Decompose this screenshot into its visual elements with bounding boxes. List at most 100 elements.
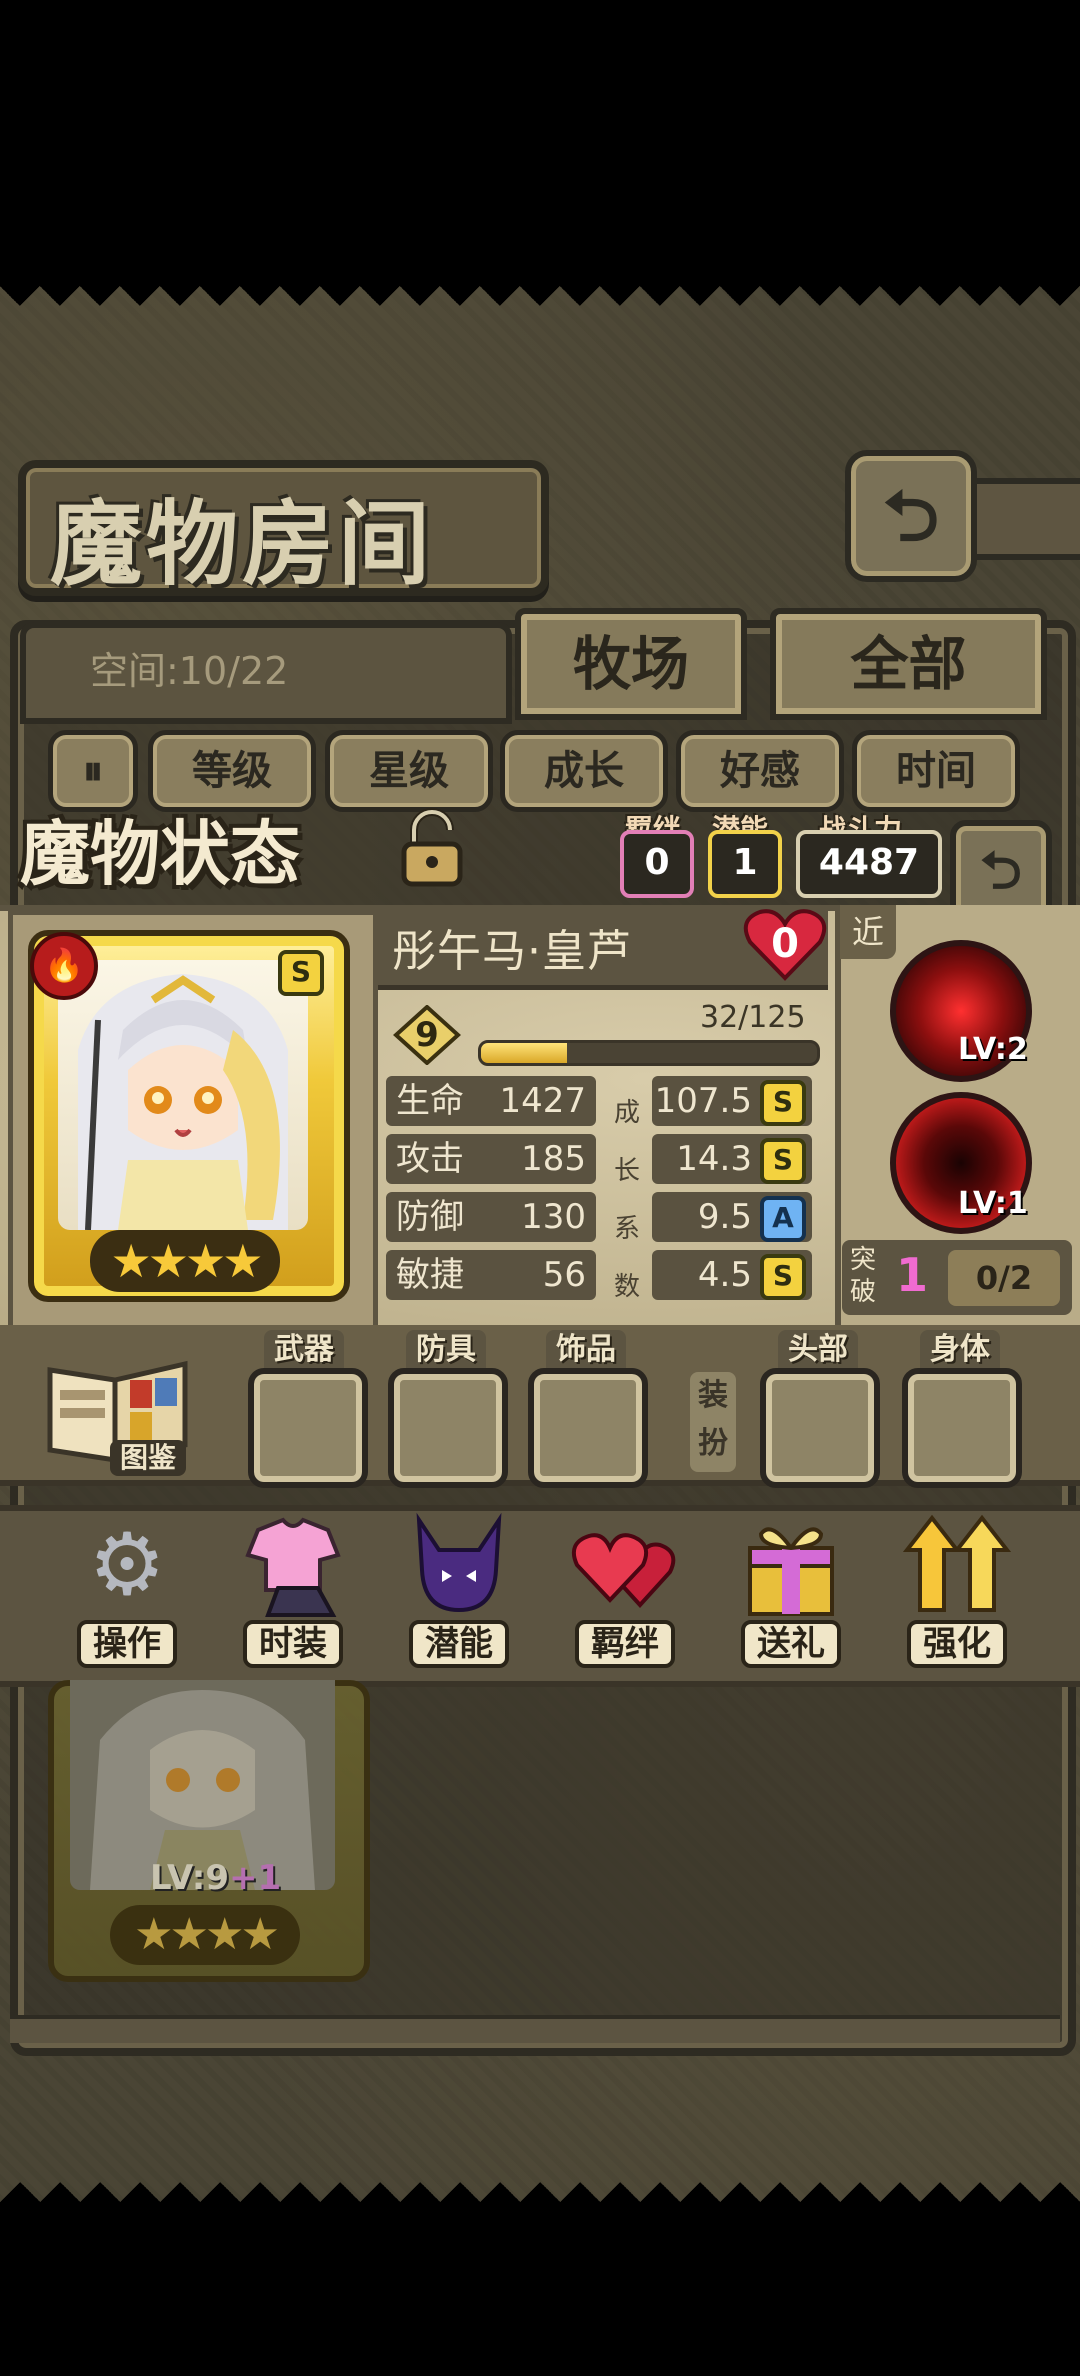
hearts-icon xyxy=(565,1510,685,1620)
action-label: 羁绊 xyxy=(575,1620,675,1668)
monster-list-level: LV:9+1 xyxy=(150,1858,281,1898)
action-operate-button[interactable]: ⚙ 操作 xyxy=(52,1510,202,1680)
growth-coeff-char: 数 xyxy=(613,1272,640,1302)
upgrade-arrows-icon xyxy=(897,1510,1017,1620)
exp-text: 32/125 xyxy=(700,1000,806,1035)
room-bottom-rail xyxy=(10,2015,1060,2043)
growth-rank: S xyxy=(760,1080,806,1126)
exp-bar xyxy=(478,1040,820,1066)
growth-coeff-char: 长 xyxy=(613,1156,640,1186)
slot-head[interactable] xyxy=(760,1368,880,1488)
slot-armor[interactable] xyxy=(388,1368,508,1488)
stat-defense: 防御 130 xyxy=(386,1192,596,1242)
action-bond-button[interactable]: 羁绊 xyxy=(550,1510,700,1680)
sort-toggle-icon: ⏸ xyxy=(83,748,103,794)
gift-icon xyxy=(731,1510,851,1620)
slot-armor-label: 防具 xyxy=(406,1330,486,1370)
breakthrough-count: 1 xyxy=(896,1248,929,1302)
stat-label: 攻击 xyxy=(396,1139,464,1179)
stat-label: 防御 xyxy=(396,1197,464,1237)
filter-time[interactable]: 时间 xyxy=(852,730,1020,812)
growth-value: 9.5 xyxy=(697,1197,752,1237)
monster-portrait xyxy=(58,960,308,1230)
stat-attack: 攻击 185 xyxy=(386,1134,596,1184)
top-zigzag-border xyxy=(0,286,1080,326)
demon-icon xyxy=(399,1510,519,1620)
affection-heart[interactable]: 0 xyxy=(742,906,828,982)
growth-coeff-char: 系 xyxy=(613,1214,640,1244)
potential-value: 1 xyxy=(708,830,782,898)
level-value: 9 xyxy=(415,1015,439,1055)
power-value: 4487 xyxy=(796,830,942,898)
monster-name: 彤午马·皇芦 xyxy=(392,926,632,977)
action-gift-button[interactable]: 送礼 xyxy=(716,1510,866,1680)
stat-label: 敏捷 xyxy=(396,1255,464,1295)
breakthrough-label: 突破 xyxy=(850,1245,877,1307)
slot-accessory-label: 饰品 xyxy=(546,1330,626,1370)
space-label: 空间:10/22 xyxy=(90,649,289,693)
growth-attack: 14.3 S xyxy=(652,1134,812,1184)
action-outfit-button[interactable]: 时装 xyxy=(218,1510,368,1680)
skill-1-level: LV:2 xyxy=(958,1032,1028,1067)
growth-value: 4.5 xyxy=(697,1255,752,1295)
action-label: 强化 xyxy=(907,1620,1007,1668)
action-potential-button[interactable]: 潜能 xyxy=(384,1510,534,1680)
action-label: 潜能 xyxy=(409,1620,509,1668)
back-button[interactable]: ⮌ xyxy=(845,450,977,582)
bottom-zigzag-border xyxy=(0,2162,1080,2202)
lock-button[interactable] xyxy=(392,808,478,888)
growth-value: 14.3 xyxy=(676,1139,752,1179)
slot-weapon[interactable] xyxy=(248,1368,368,1488)
filter-stars[interactable]: 星级 xyxy=(325,730,493,812)
fire-icon: 🔥 xyxy=(44,946,84,984)
growth-rank: A xyxy=(760,1196,806,1242)
range-tag: 近 xyxy=(840,905,896,959)
skill-2-level: LV:1 xyxy=(958,1186,1028,1221)
unlocked-padlock-icon xyxy=(401,808,463,887)
exp-fill xyxy=(481,1043,568,1063)
page-title: 魔物房间 xyxy=(50,491,435,598)
monster-list-level-value: LV:9 xyxy=(150,1858,230,1898)
gear-icon: ⚙ xyxy=(88,1515,166,1615)
monster-portrait-art xyxy=(78,974,288,1230)
stat-value: 185 xyxy=(521,1139,586,1179)
stat-hp: 生命 1427 xyxy=(386,1076,596,1126)
slot-accessory[interactable] xyxy=(528,1368,648,1488)
codex-label: 图鉴 xyxy=(110,1440,187,1476)
breakthrough-progress[interactable]: 0/2 xyxy=(948,1250,1060,1306)
action-label: 时装 xyxy=(243,1620,343,1668)
growth-defense: 9.5 A xyxy=(652,1192,812,1242)
action-enhance-button[interactable]: 强化 xyxy=(882,1510,1032,1680)
tab-all[interactable]: 全部 xyxy=(770,608,1047,720)
monster-list-stars: ★★★★ xyxy=(110,1905,300,1965)
growth-rank: S xyxy=(760,1254,806,1300)
filter-affection[interactable]: 好感 xyxy=(676,730,844,812)
slot-body[interactable] xyxy=(902,1368,1022,1488)
level-badge: 9 xyxy=(392,1005,462,1065)
tab-ranch[interactable]: 牧场 xyxy=(515,608,747,720)
dress-label: 装扮 xyxy=(690,1372,736,1472)
action-label: 操作 xyxy=(77,1620,177,1668)
return-arrow-icon: ⮌ xyxy=(980,841,1022,901)
growth-coeff-char: 成 xyxy=(613,1098,640,1128)
status-title: 魔物状态 xyxy=(20,813,300,895)
growth-value: 107.5 xyxy=(654,1081,752,1121)
bond-value: 0 xyxy=(620,830,694,898)
growth-hp: 107.5 S xyxy=(652,1076,812,1126)
element-badge: 🔥 xyxy=(30,932,98,1000)
action-label: 送礼 xyxy=(741,1620,841,1668)
stat-value: 130 xyxy=(521,1197,586,1237)
back-rail xyxy=(960,478,1080,560)
return-arrow-icon: ⮌ xyxy=(882,475,940,557)
outfit-icon xyxy=(233,1510,353,1620)
heart-value: 0 xyxy=(771,921,799,967)
rarity-badge: S xyxy=(278,950,324,996)
slot-head-label: 头部 xyxy=(778,1330,858,1370)
stat-label: 生命 xyxy=(396,1081,464,1121)
growth-agility: 4.5 S xyxy=(652,1250,812,1300)
slot-weapon-label: 武器 xyxy=(264,1330,344,1370)
slot-body-label: 身体 xyxy=(920,1330,1000,1370)
stat-value: 56 xyxy=(542,1255,586,1295)
star-rating: ★★★★ xyxy=(90,1230,280,1292)
filter-growth[interactable]: 成长 xyxy=(500,730,668,812)
